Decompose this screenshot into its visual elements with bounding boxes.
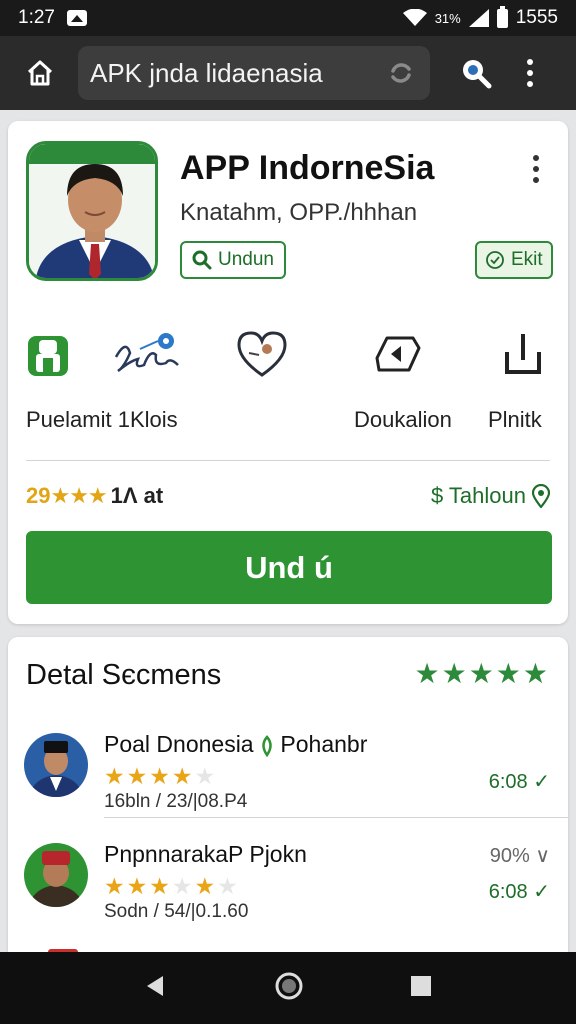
review-author-name: Poal Dnonesia xyxy=(104,731,254,757)
battery-percent: 31% xyxy=(434,10,461,26)
detail-stars: ★★★★★ xyxy=(414,658,550,689)
check-icon: ✓ xyxy=(533,881,550,903)
review-rating: ★★★★★ xyxy=(104,763,218,789)
review-time: 6:08 ✓ xyxy=(488,771,550,793)
app-icon xyxy=(26,141,158,281)
overflow-menu-button[interactable] xyxy=(518,53,542,93)
rating-summary: 29 ★★★ 1Λ at xyxy=(26,483,163,509)
divider xyxy=(104,817,568,818)
install-button[interactable]: Und ú xyxy=(26,531,552,604)
notification-icon xyxy=(66,10,87,26)
feature-label-robot: Puelamit 1Klois xyxy=(26,407,178,432)
leaf-icon xyxy=(262,735,272,758)
robot-icon xyxy=(28,336,68,376)
edit-chip[interactable]: Ekit xyxy=(475,241,553,279)
avatar xyxy=(24,843,88,907)
battery-icon xyxy=(496,5,508,28)
signal-icon xyxy=(468,9,489,27)
price-label: $ Tahloun xyxy=(430,483,526,508)
status-bar: 1:27 31% 1555 xyxy=(0,0,576,36)
back-button[interactable] xyxy=(143,973,169,1004)
download-chip[interactable]: Undun xyxy=(180,241,286,279)
handwriting-icon xyxy=(114,333,179,373)
download-icon xyxy=(505,334,541,374)
recents-icon xyxy=(411,975,432,996)
recents-button[interactable] xyxy=(409,974,433,1003)
app-developer: Knatahm, OPP./hhhan xyxy=(180,199,418,226)
home-circle-icon xyxy=(275,972,303,999)
feature-label-download: Plnitk xyxy=(488,407,542,432)
divider xyxy=(26,460,550,461)
review-time: 6:08 ✓ xyxy=(488,881,550,903)
location-pin-icon xyxy=(532,484,550,508)
url-bar[interactable]: APK jnda lidaenasia xyxy=(78,46,430,100)
rating-count: 1Λ at xyxy=(110,483,164,508)
rating-stars: ★★★ xyxy=(50,483,107,508)
review-percent: 90% ∨ xyxy=(489,845,550,867)
app-title: APP IndorneSia xyxy=(180,149,435,187)
review-date: 16bln / 23/|08.P4 xyxy=(104,791,248,812)
app-card: APP IndorneSia Knatahm, OPP./hhhan Undun… xyxy=(8,121,568,624)
review-rating: ★★★★★★ xyxy=(104,873,240,899)
review-item[interactable]: PnpnnarakaP Pjokn 90% ∨ ★★★★★★ Sodn / 54… xyxy=(8,835,568,935)
search-button[interactable] xyxy=(456,53,496,93)
price-info[interactable]: $ Tahloun xyxy=(431,483,550,509)
feature-share[interactable] xyxy=(372,326,424,382)
home-icon xyxy=(27,60,53,86)
check-icon: ✓ xyxy=(533,771,550,793)
reload-icon[interactable] xyxy=(384,56,418,90)
review-author-name: PnpnnarakaP Pjokn xyxy=(104,841,307,867)
status-right: 31% 1555 xyxy=(402,5,558,29)
url-text: APK jnda lidaenasia xyxy=(90,57,323,88)
home-nav-button[interactable] xyxy=(274,971,304,1006)
wifi-icon xyxy=(402,9,427,26)
search-icon xyxy=(192,250,212,270)
feature-label-share: Doukalion xyxy=(354,407,452,432)
avatar xyxy=(24,733,88,797)
rating-value: 29 xyxy=(26,483,51,508)
feature-handwriting[interactable] xyxy=(110,326,192,382)
share-icon xyxy=(375,336,421,372)
review-item[interactable]: Poal Dnonesia Pohanbr ★★★★★ 16bln / 23/|… xyxy=(8,725,568,825)
detail-card: Detal Sєcmens ★★★★★ Poal Dnonesia Pohanb… xyxy=(8,637,568,977)
download-chip-label: Undun xyxy=(218,249,274,270)
search-icon xyxy=(463,60,492,89)
status-value: 1555 xyxy=(515,7,558,28)
app-more-button[interactable] xyxy=(528,155,544,189)
detail-title: Detal Sєcmens xyxy=(26,659,222,691)
review-author-suffix: Pohanbr xyxy=(280,731,368,757)
heart-icon xyxy=(237,331,287,377)
edit-icon xyxy=(486,251,504,269)
back-icon xyxy=(146,975,163,996)
feature-heart[interactable] xyxy=(234,326,290,382)
edit-chip-label: Ekit xyxy=(511,249,543,270)
feature-download[interactable] xyxy=(498,326,548,382)
feature-robot[interactable] xyxy=(26,326,70,382)
home-button[interactable] xyxy=(18,51,62,95)
review-author: Poal Dnonesia Pohanbr xyxy=(104,731,367,758)
chevron-down-icon: ∨ xyxy=(535,845,550,867)
browser-toolbar: APK jnda lidaenasia xyxy=(0,36,576,110)
status-time: 1:27 xyxy=(18,7,55,28)
review-date: Sodn / 54/|0.1.60 xyxy=(104,901,249,922)
system-nav-bar xyxy=(0,952,576,1024)
